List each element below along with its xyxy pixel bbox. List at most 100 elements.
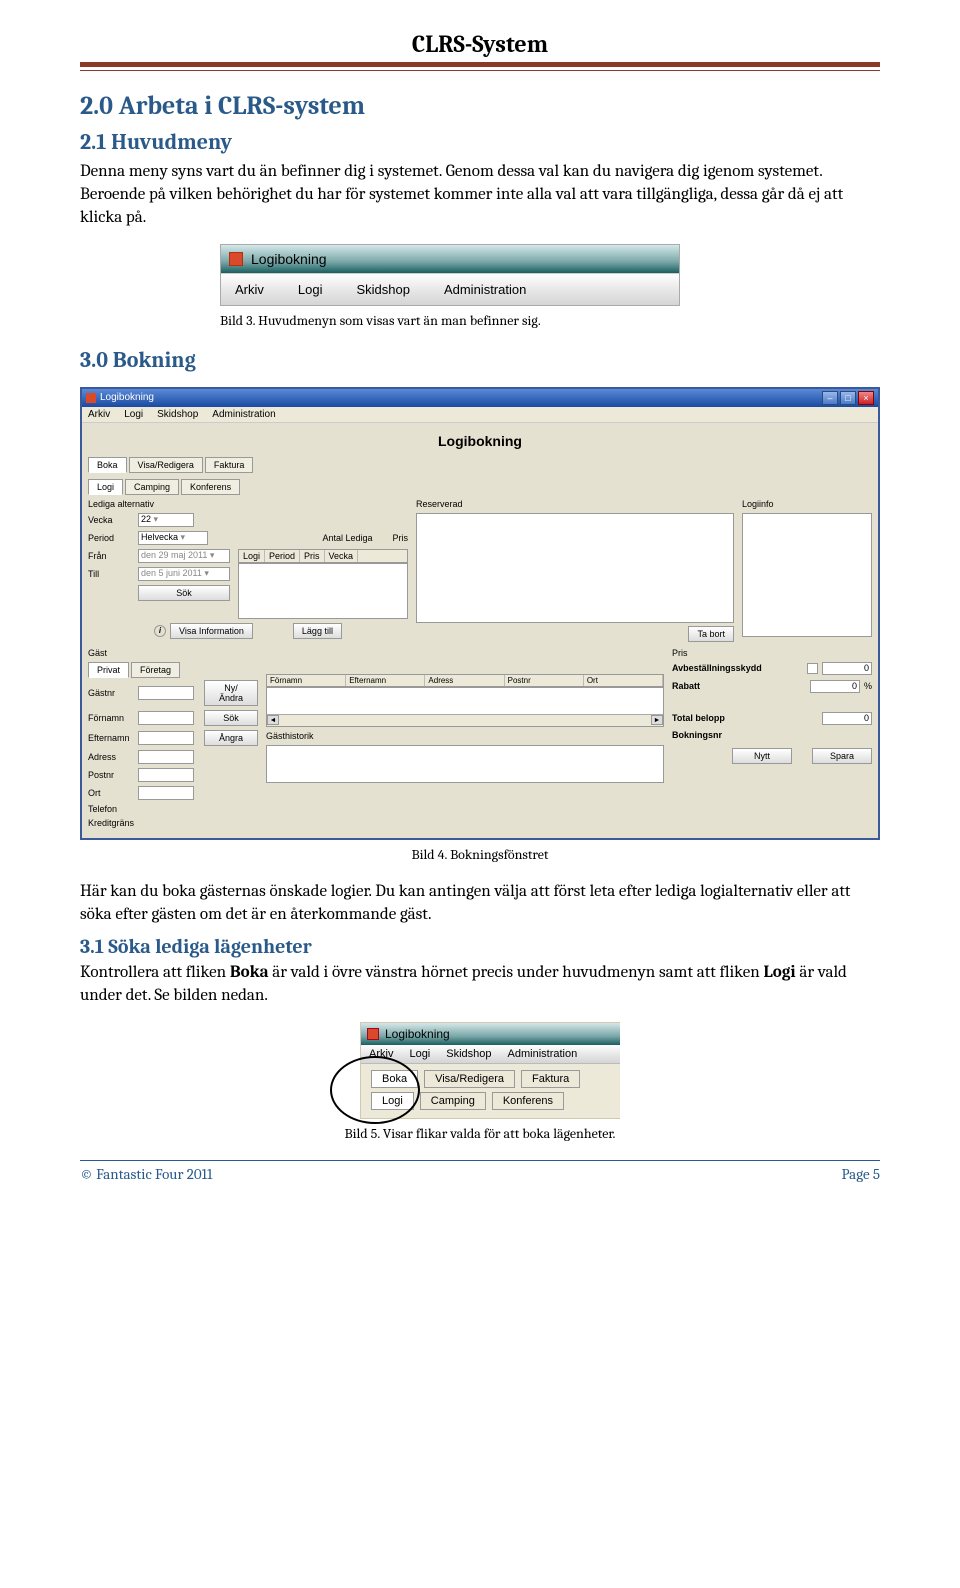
tab-faktura[interactable]: Faktura [521,1070,580,1088]
kreditgrans-label: Kreditgräns [88,818,148,828]
period-label: Period [88,533,132,543]
gh-ort: Ort [584,675,663,686]
heading-2-0: 2.0 Arbeta i CLRS-system [80,91,880,121]
fig4-window: Logibokning – □ × Arkiv Logi Skidshop Ad… [80,387,880,840]
gast-label: Gäst [88,648,258,658]
gastnr-label: Gästnr [88,688,132,698]
heading-3-0: 3.0 Bokning [80,347,880,373]
heading-3-1: 3.1 Söka lediga lägenheter [80,935,880,958]
menu-skidshop[interactable]: Skidshop [356,282,409,297]
visa-information-button[interactable]: Visa Information [170,623,253,639]
header-rule [80,62,880,71]
list-header: Logi Period Pris Vecka [238,549,408,563]
gasthistorik-box[interactable] [266,745,664,783]
maximize-icon[interactable]: □ [840,391,856,405]
app-icon [86,393,96,403]
tab-logi[interactable]: Logi [88,479,123,495]
tab-faktura[interactable]: Faktura [205,457,254,473]
pris-header-label: Pris [393,533,409,543]
till-label: Till [88,569,132,579]
tab-camping[interactable]: Camping [125,479,179,495]
guest-grid[interactable]: ◄ ► [266,687,664,727]
annotation-circle [330,1056,420,1124]
angra-button[interactable]: Ångra [204,730,258,746]
menu-administration[interactable]: Administration [444,282,526,297]
lagg-till-button[interactable]: Lägg till [293,623,342,639]
till-date[interactable]: den 5 juni 2011 ▾ [138,567,230,581]
tab-konferens[interactable]: Konferens [492,1092,564,1110]
gh-adress: Adress [425,675,504,686]
horizontal-scrollbar[interactable]: ◄ ► [267,714,663,726]
avbest-value: 0 [822,662,872,675]
para-after-fig4: Här kan du boka gästernas önskade logier… [80,881,880,927]
app-icon [367,1028,379,1040]
tab-boka[interactable]: Boka [88,457,127,473]
spara-button[interactable]: Spara [812,748,872,764]
figure-4: Logibokning – □ × Arkiv Logi Skidshop Ad… [80,387,880,840]
rabatt-unit: % [864,681,872,691]
ort-input[interactable] [138,786,194,800]
ort-label: Ort [88,788,132,798]
fig4-menubar: Arkiv Logi Skidshop Administration [82,407,878,423]
menu-arkiv[interactable]: Arkiv [88,409,110,420]
logiinfo-label: Logiinfo [742,499,872,509]
total-label: Total belopp [672,713,725,723]
sok-button[interactable]: Sök [138,585,230,601]
vecka-label: Vecka [88,515,132,525]
menu-administration[interactable]: Administration [212,409,275,420]
tab-konferens[interactable]: Konferens [181,479,240,495]
fig4-heading: Logibokning [88,429,872,457]
efternamn-input[interactable] [138,731,194,745]
minimize-icon[interactable]: – [822,391,838,405]
fig4-titlebar: Logibokning – □ × [82,389,878,407]
vecka-select[interactable]: 22 ▾ [138,513,194,527]
caption-fig5: Bild 5. Visar flikar valda för att boka … [80,1125,880,1142]
menu-skidshop[interactable]: Skidshop [157,409,198,420]
page-footer: © Fantastic Four 2011 Page 5 [80,1161,880,1183]
menu-skidshop[interactable]: Skidshop [446,1048,491,1060]
adress-input[interactable] [138,750,194,764]
fornamn-input[interactable] [138,711,194,725]
menu-arkiv[interactable]: Arkiv [235,282,264,297]
caption-fig4: Bild 4. Bokningsfönstret [80,846,880,863]
tab-camping[interactable]: Camping [420,1092,486,1110]
fig5-titlebar: Logibokning [361,1023,620,1045]
menu-logi[interactable]: Logi [298,282,323,297]
list-box[interactable] [238,563,408,619]
fig3-titlebar: Logibokning [221,245,679,273]
period-select[interactable]: Helvecka ▾ [138,531,208,545]
ny-andra-button[interactable]: Ny/Ändra [204,680,258,706]
fig4-tabs-row1: Boka Visa/Redigera Faktura [88,457,872,473]
footer-right: Page 5 [841,1165,880,1183]
fig3-menubar: Arkiv Logi Skidshop Administration [221,273,679,305]
reserverad-box[interactable] [416,513,734,623]
close-icon[interactable]: × [858,391,874,405]
scroll-left-icon[interactable]: ◄ [267,715,279,725]
sok-gast-button[interactable]: Sök [204,710,258,726]
nytt-button[interactable]: Nytt [732,748,792,764]
fig4-tabs-row2: Logi Camping Konferens [88,479,872,495]
postnr-input[interactable] [138,768,194,782]
tab-visa-redigera[interactable]: Visa/Redigera [129,457,203,473]
info-icon: i [154,625,166,637]
lediga-label: Lediga alternativ [88,499,408,509]
menu-logi[interactable]: Logi [409,1048,430,1060]
scroll-right-icon[interactable]: ► [651,715,663,725]
fig3-window: Logibokning Arkiv Logi Skidshop Administ… [220,244,680,306]
rabatt-input[interactable]: 0 [810,680,860,693]
col-logi: Logi [239,550,265,562]
tab-privat[interactable]: Privat [88,662,129,678]
fran-date[interactable]: den 29 maj 2011 ▾ [138,549,230,563]
gastnr-input[interactable] [138,686,194,700]
ta-bort-button[interactable]: Ta bort [688,626,734,642]
avbest-checkbox[interactable] [807,663,818,674]
left-actions: i Visa Information Lägg till [88,623,408,639]
tab-foretag[interactable]: Företag [131,662,180,678]
tab-visa-redigera[interactable]: Visa/Redigera [424,1070,515,1088]
menu-administration[interactable]: Administration [508,1048,578,1060]
menu-logi[interactable]: Logi [124,409,143,420]
figure-3: Logibokning Arkiv Logi Skidshop Administ… [80,244,880,306]
rabatt-label: Rabatt [672,681,700,691]
efternamn-label: Efternamn [88,733,132,743]
bokningsnr-label: Bokningsnr [672,730,722,740]
